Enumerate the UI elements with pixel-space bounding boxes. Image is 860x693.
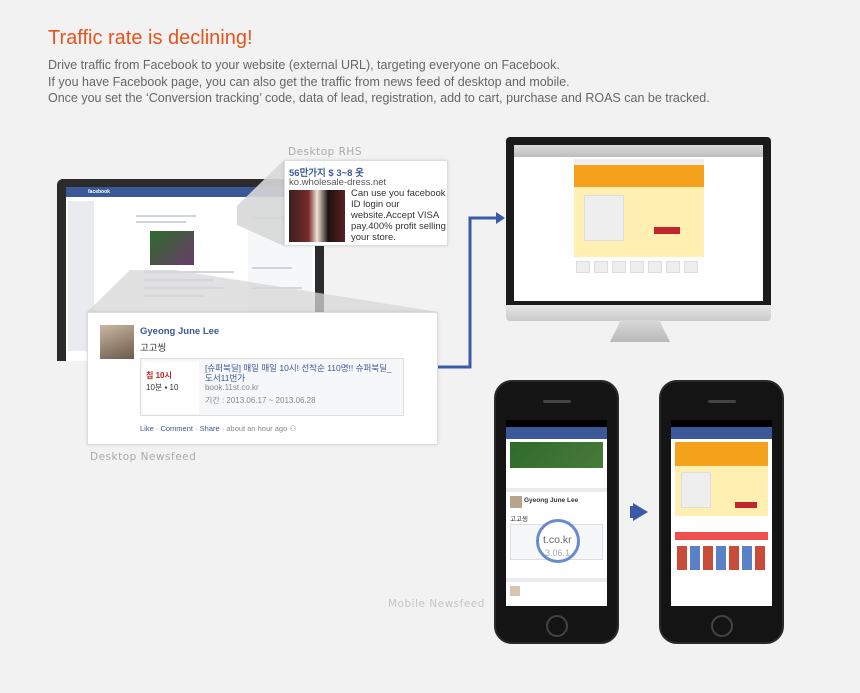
product-image[interactable] (681, 472, 711, 508)
monitor-chin (506, 305, 771, 321)
landing-banner (574, 165, 704, 187)
phone-speaker (708, 400, 736, 403)
avatar[interactable] (100, 325, 134, 359)
feed-ad-image[interactable] (510, 442, 603, 468)
rhs-ad-text: Can use you facebook ID login our websit… (351, 188, 446, 243)
link-preview-image[interactable]: 칩 10시 10분 ▪ 10 (143, 362, 199, 414)
product-image[interactable] (584, 195, 624, 241)
rhs-ad-callout: 56만가지 $ 3~8 옷 ko.wholesale-dress.net Can… (284, 160, 448, 246)
friends-icon: ⚇ (289, 424, 297, 433)
mobile-post-author[interactable]: Gyeong June Lee (524, 497, 578, 504)
buy-button[interactable] (735, 502, 757, 508)
avatar[interactable] (510, 496, 522, 508)
link-preview-period: 기간 : 2013.06.17 ~ 2013.06.28 (205, 396, 316, 405)
caption-desktop-newsfeed: Desktop Newsfeed (90, 451, 197, 463)
home-button[interactable] (711, 615, 733, 637)
post-message: 고고씽 (140, 343, 167, 354)
phone-landing-page (659, 380, 784, 644)
link-preview-card[interactable]: 칩 10시 10분 ▪ 10 [슈퍼북딜] 매일 매일 10시! 선착순 110… (140, 358, 404, 416)
newsfeed-callout-beam (87, 270, 438, 312)
rhs-ad-url: ko.wholesale-dress.net (289, 177, 387, 188)
product-grid[interactable] (677, 546, 765, 570)
desktop-arrow-head (496, 212, 505, 224)
caption-desktop-rhs: Desktop RHS (288, 146, 362, 158)
status-bar (506, 420, 607, 427)
comment-link[interactable]: Comment (160, 424, 193, 433)
phone-newsfeed-screen: Gyeong June Lee 고고씽 (506, 420, 607, 606)
post-author[interactable]: Gyeong June Lee (140, 326, 219, 337)
share-link[interactable]: Share (200, 424, 220, 433)
link-preview-image-line-1: 칩 10시 (146, 371, 172, 380)
like-link[interactable]: Like (140, 424, 154, 433)
rhs-ad-image[interactable] (289, 190, 345, 242)
section-header (675, 532, 768, 540)
facebook-mobile-nav (506, 427, 607, 439)
buy-button[interactable] (654, 227, 680, 234)
link-preview-image-line-2: 10분 ▪ 10 (146, 383, 179, 392)
mobile-post-message: 고고씽 (510, 516, 528, 523)
magnifier: t.co.kr 3.06.1 (536, 519, 580, 563)
status-bar (671, 420, 772, 427)
avatar[interactable] (510, 586, 520, 596)
phone-speaker (543, 400, 571, 403)
magnifier-subtext: 3.06.1 (545, 548, 571, 558)
post-actions: Like · Comment · Share · about an hour a… (140, 424, 297, 433)
home-button[interactable] (546, 615, 568, 637)
landing-page-monitor (506, 137, 771, 321)
landing-page-screen (514, 145, 763, 301)
link-preview-title[interactable]: [슈퍼북딜] 매일 매일 10시! 선착순 110명!! 슈퍼북딜_도서11번가 (205, 363, 399, 383)
post-timestamp: about an hour ago (226, 424, 288, 433)
browser-toolbar (514, 145, 763, 157)
mobile-browser-header (671, 427, 772, 439)
phone-newsfeed: Gyeong June Lee 고고씽 (494, 380, 619, 644)
newsfeed-post-callout: Gyeong June Lee 고고씽 칩 10시 10분 ▪ 10 [슈퍼북딜… (87, 312, 438, 445)
phone-landing-screen (671, 420, 772, 606)
landing-banner (675, 442, 768, 466)
magnifier-text: t.co.kr (543, 534, 572, 546)
link-preview-url: book.11st.co.kr (205, 383, 259, 392)
mobile-arrow-shaft (630, 506, 636, 518)
rhs-callout-beam (237, 160, 284, 246)
caption-mobile-newsfeed: Mobile Newsfeed (388, 598, 485, 610)
